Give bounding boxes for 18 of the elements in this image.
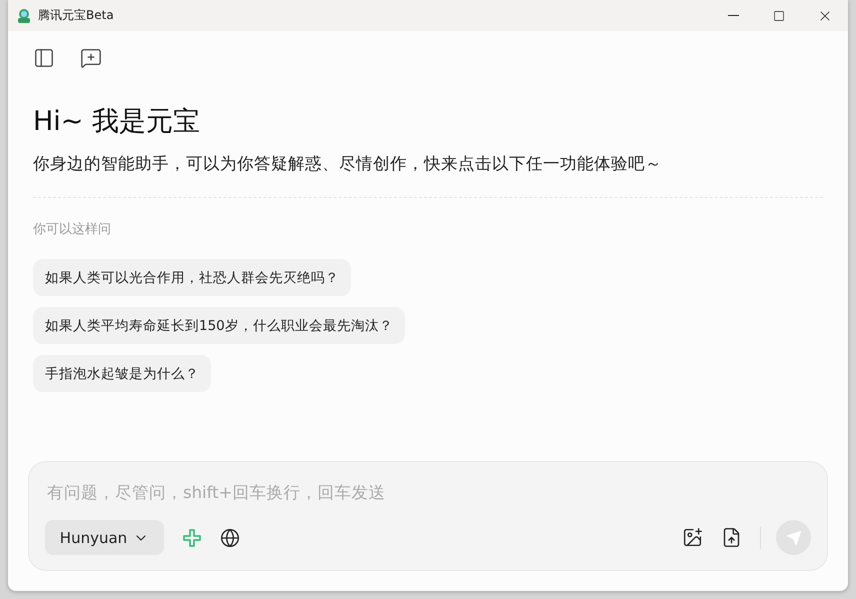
suggestion-chip[interactable]: 如果人类可以光合作用，社恐人群会先灭绝吗？ xyxy=(33,259,351,296)
image-upload-icon[interactable] xyxy=(682,527,703,548)
subtitle: 你身边的智能助手，可以为你答疑解惑、尽情创作，快来点击以下任一功能体验吧～ xyxy=(33,153,663,175)
message-input[interactable]: 有问题，尽管问，shift+回车换行，回车发送 xyxy=(45,482,811,503)
file-upload-icon[interactable] xyxy=(721,527,742,548)
globe-icon[interactable] xyxy=(220,528,240,548)
send-icon xyxy=(786,530,802,546)
greeting-heading: Hi~ 我是元宝 xyxy=(33,105,202,139)
sidebar-toggle-icon[interactable] xyxy=(33,47,55,69)
model-selector[interactable]: Hunyuan xyxy=(45,520,164,555)
window-title: 腾讯元宝Beta xyxy=(38,7,115,24)
app-logo-icon xyxy=(16,8,32,24)
suggestion-chip[interactable]: 手指泡水起皱是为什么？ xyxy=(33,355,211,392)
maximize-icon xyxy=(773,10,785,22)
minimize-icon xyxy=(728,15,738,16)
suggestions-label: 你可以这样问 xyxy=(33,221,112,238)
suggestion-chip[interactable]: 如果人类平均寿命延长到150岁，什么职业会最先淘汰？ xyxy=(33,307,405,344)
new-chat-icon[interactable] xyxy=(80,47,102,69)
